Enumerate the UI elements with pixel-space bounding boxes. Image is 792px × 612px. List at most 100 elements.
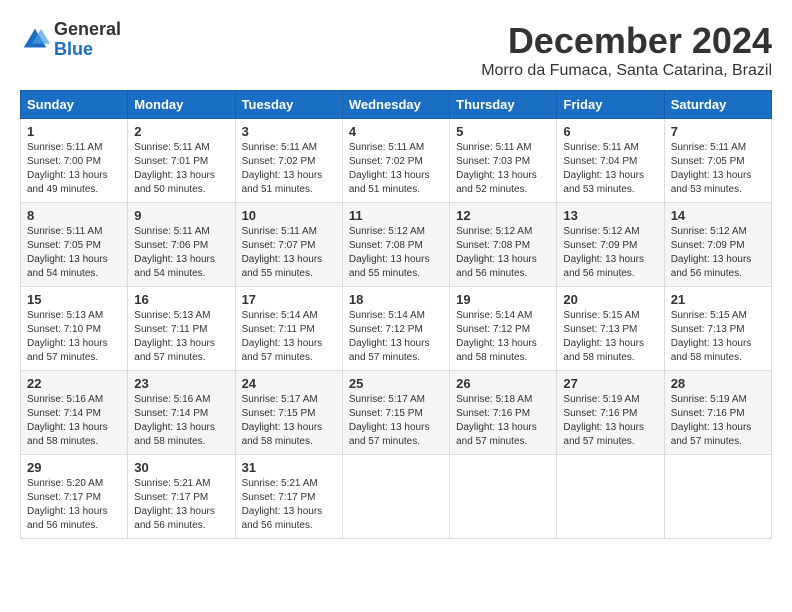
- day-info: Sunrise: 5:12 AM Sunset: 7:08 PM Dayligh…: [349, 225, 443, 281]
- sunset-label: Sunset: 7:12 PM: [456, 324, 530, 335]
- table-cell: 9 Sunrise: 5:11 AM Sunset: 7:06 PM Dayli…: [128, 203, 235, 287]
- daylight-label: Daylight: 13 hours: [242, 254, 323, 265]
- daylight-minutes: and 55 minutes.: [242, 268, 313, 279]
- sunrise-label: Sunrise: 5:11 AM: [563, 142, 638, 153]
- sunset-label: Sunset: 7:11 PM: [134, 324, 207, 335]
- col-friday: Friday: [557, 91, 664, 119]
- day-info: Sunrise: 5:12 AM Sunset: 7:08 PM Dayligh…: [456, 225, 550, 281]
- table-cell: 29 Sunrise: 5:20 AM Sunset: 7:17 PM Dayl…: [21, 455, 128, 539]
- month-title: December 2024: [481, 20, 772, 62]
- table-cell: 27 Sunrise: 5:19 AM Sunset: 7:16 PM Dayl…: [557, 371, 664, 455]
- day-number: 21: [671, 292, 765, 307]
- day-info: Sunrise: 5:12 AM Sunset: 7:09 PM Dayligh…: [563, 225, 657, 281]
- sunrise-label: Sunrise: 5:11 AM: [242, 226, 317, 237]
- day-info: Sunrise: 5:14 AM Sunset: 7:11 PM Dayligh…: [242, 309, 336, 365]
- sunrise-label: Sunrise: 5:17 AM: [349, 394, 425, 405]
- logo-blue-text: Blue: [54, 39, 93, 59]
- day-number: 18: [349, 292, 443, 307]
- day-info: Sunrise: 5:14 AM Sunset: 7:12 PM Dayligh…: [349, 309, 443, 365]
- table-cell: [342, 455, 449, 539]
- sunset-label: Sunset: 7:10 PM: [27, 324, 101, 335]
- daylight-minutes: and 52 minutes.: [456, 184, 527, 195]
- sunset-label: Sunset: 7:12 PM: [349, 324, 423, 335]
- day-number: 31: [242, 460, 336, 475]
- day-info: Sunrise: 5:17 AM Sunset: 7:15 PM Dayligh…: [242, 393, 336, 449]
- sunset-label: Sunset: 7:17 PM: [134, 492, 208, 503]
- sunset-label: Sunset: 7:14 PM: [134, 408, 208, 419]
- day-info: Sunrise: 5:19 AM Sunset: 7:16 PM Dayligh…: [563, 393, 657, 449]
- daylight-label: Daylight: 13 hours: [563, 422, 644, 433]
- sunset-label: Sunset: 7:15 PM: [242, 408, 316, 419]
- sunrise-label: Sunrise: 5:18 AM: [456, 394, 532, 405]
- sunset-label: Sunset: 7:03 PM: [456, 156, 530, 167]
- daylight-label: Daylight: 13 hours: [671, 338, 752, 349]
- daylight-label: Daylight: 13 hours: [242, 506, 323, 517]
- table-cell: 24 Sunrise: 5:17 AM Sunset: 7:15 PM Dayl…: [235, 371, 342, 455]
- week-row-4: 22 Sunrise: 5:16 AM Sunset: 7:14 PM Dayl…: [21, 371, 772, 455]
- daylight-label: Daylight: 13 hours: [134, 254, 215, 265]
- day-number: 10: [242, 208, 336, 223]
- daylight-minutes: and 54 minutes.: [134, 268, 205, 279]
- day-number: 13: [563, 208, 657, 223]
- sunset-label: Sunset: 7:05 PM: [27, 240, 101, 251]
- sunset-label: Sunset: 7:06 PM: [134, 240, 208, 251]
- sunrise-label: Sunrise: 5:11 AM: [456, 142, 531, 153]
- day-number: 9: [134, 208, 228, 223]
- table-cell: 8 Sunrise: 5:11 AM Sunset: 7:05 PM Dayli…: [21, 203, 128, 287]
- table-cell: 5 Sunrise: 5:11 AM Sunset: 7:03 PM Dayli…: [450, 119, 557, 203]
- day-info: Sunrise: 5:13 AM Sunset: 7:11 PM Dayligh…: [134, 309, 228, 365]
- daylight-label: Daylight: 13 hours: [242, 422, 323, 433]
- daylight-minutes: and 56 minutes.: [456, 268, 527, 279]
- day-number: 25: [349, 376, 443, 391]
- day-info: Sunrise: 5:19 AM Sunset: 7:16 PM Dayligh…: [671, 393, 765, 449]
- table-cell: [664, 455, 771, 539]
- col-sunday: Sunday: [21, 91, 128, 119]
- daylight-label: Daylight: 13 hours: [134, 506, 215, 517]
- table-cell: 19 Sunrise: 5:14 AM Sunset: 7:12 PM Dayl…: [450, 287, 557, 371]
- day-info: Sunrise: 5:15 AM Sunset: 7:13 PM Dayligh…: [563, 309, 657, 365]
- day-info: Sunrise: 5:21 AM Sunset: 7:17 PM Dayligh…: [134, 477, 228, 533]
- daylight-minutes: and 50 minutes.: [134, 184, 205, 195]
- daylight-label: Daylight: 13 hours: [456, 338, 537, 349]
- daylight-minutes: and 51 minutes.: [349, 184, 420, 195]
- daylight-minutes: and 57 minutes.: [456, 436, 527, 447]
- sunset-label: Sunset: 7:16 PM: [563, 408, 637, 419]
- daylight-label: Daylight: 13 hours: [671, 254, 752, 265]
- sunrise-label: Sunrise: 5:12 AM: [456, 226, 532, 237]
- week-row-3: 15 Sunrise: 5:13 AM Sunset: 7:10 PM Dayl…: [21, 287, 772, 371]
- day-number: 5: [456, 124, 550, 139]
- sunrise-label: Sunrise: 5:11 AM: [349, 142, 424, 153]
- day-number: 4: [349, 124, 443, 139]
- sunset-label: Sunset: 7:02 PM: [242, 156, 316, 167]
- sunrise-label: Sunrise: 5:14 AM: [242, 310, 318, 321]
- sunset-label: Sunset: 7:08 PM: [349, 240, 423, 251]
- day-info: Sunrise: 5:11 AM Sunset: 7:05 PM Dayligh…: [27, 225, 121, 281]
- day-info: Sunrise: 5:11 AM Sunset: 7:04 PM Dayligh…: [563, 141, 657, 197]
- sunset-label: Sunset: 7:16 PM: [671, 408, 745, 419]
- daylight-minutes: and 56 minutes.: [27, 520, 98, 531]
- daylight-minutes: and 57 minutes.: [671, 436, 742, 447]
- day-info: Sunrise: 5:21 AM Sunset: 7:17 PM Dayligh…: [242, 477, 336, 533]
- sunrise-label: Sunrise: 5:16 AM: [134, 394, 210, 405]
- day-info: Sunrise: 5:13 AM Sunset: 7:10 PM Dayligh…: [27, 309, 121, 365]
- table-cell: 10 Sunrise: 5:11 AM Sunset: 7:07 PM Dayl…: [235, 203, 342, 287]
- sunset-label: Sunset: 7:15 PM: [349, 408, 423, 419]
- daylight-label: Daylight: 13 hours: [671, 422, 752, 433]
- daylight-label: Daylight: 13 hours: [563, 338, 644, 349]
- table-cell: 20 Sunrise: 5:15 AM Sunset: 7:13 PM Dayl…: [557, 287, 664, 371]
- day-info: Sunrise: 5:11 AM Sunset: 7:03 PM Dayligh…: [456, 141, 550, 197]
- day-info: Sunrise: 5:12 AM Sunset: 7:09 PM Dayligh…: [671, 225, 765, 281]
- daylight-label: Daylight: 13 hours: [242, 170, 323, 181]
- calendar-table: Sunday Monday Tuesday Wednesday Thursday…: [20, 90, 772, 539]
- day-info: Sunrise: 5:16 AM Sunset: 7:14 PM Dayligh…: [134, 393, 228, 449]
- daylight-minutes: and 56 minutes.: [134, 520, 205, 531]
- day-number: 11: [349, 208, 443, 223]
- table-cell: 11 Sunrise: 5:12 AM Sunset: 7:08 PM Dayl…: [342, 203, 449, 287]
- table-cell: 13 Sunrise: 5:12 AM Sunset: 7:09 PM Dayl…: [557, 203, 664, 287]
- sunset-label: Sunset: 7:09 PM: [563, 240, 637, 251]
- sunrise-label: Sunrise: 5:11 AM: [27, 142, 102, 153]
- daylight-minutes: and 51 minutes.: [242, 184, 313, 195]
- daylight-minutes: and 55 minutes.: [349, 268, 420, 279]
- sunrise-label: Sunrise: 5:14 AM: [456, 310, 532, 321]
- col-wednesday: Wednesday: [342, 91, 449, 119]
